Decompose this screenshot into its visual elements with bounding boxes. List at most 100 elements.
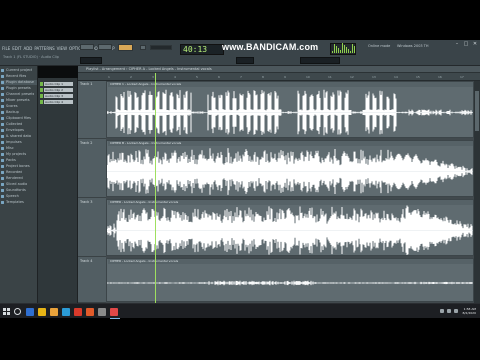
tempo-field[interactable] [150, 45, 172, 50]
browser-item[interactable]: Templates [1, 200, 37, 205]
news-hint: Windows 2003 TH [397, 44, 429, 48]
close-icon[interactable]: ✕ [472, 42, 478, 47]
channel-name[interactable]: Audio Clip 4 [44, 100, 73, 104]
browser-item[interactable]: Mixer presets [1, 98, 37, 103]
browser-item[interactable]: Clipboard files [1, 116, 37, 121]
browser-item[interactable]: Speech [1, 194, 37, 199]
playhead-marker[interactable] [155, 73, 156, 303]
browser-item[interactable]: Plugin database [1, 80, 37, 85]
browser-item[interactable]: Current project [1, 68, 37, 73]
clip-selector[interactable] [300, 57, 340, 64]
channel-name[interactable]: Audio Clip 1 [44, 82, 73, 86]
track-header[interactable]: Track 4 [78, 258, 106, 303]
audio-clip[interactable]: CIPHER - Locked Angels - Instrumental vo… [106, 199, 474, 256]
audio-clip[interactable]: CIPHER - Locked Angels - Instrumental vo… [106, 258, 474, 302]
folder-icon [1, 117, 4, 120]
track-header[interactable]: Track 2 [78, 140, 106, 198]
taskbar-app-icon[interactable] [50, 308, 58, 316]
browser-item[interactable]: Misc [1, 146, 37, 151]
taskbar-app-icon[interactable] [62, 308, 70, 316]
pattern-song-toggle[interactable] [80, 44, 94, 50]
timeline-ruler[interactable]: 1 2 3 4 5 6 7 8 9 10 11 12 13 14 15 16 17 [78, 73, 480, 81]
channel-row[interactable]: Audio Clip 4 [40, 100, 73, 104]
cpu-bar [348, 49, 349, 53]
channel-row[interactable]: Audio Clip 3 [40, 94, 73, 98]
folder-icon [1, 195, 4, 198]
cpu-bar [346, 47, 347, 53]
cpu-bar [354, 46, 355, 53]
pattern-selector[interactable] [236, 57, 254, 64]
audio-clip[interactable]: CIPHER 1 - Locked Angels - Instrumental … [106, 81, 474, 138]
maximize-icon[interactable]: □ [463, 42, 469, 47]
browser-item[interactable]: My projects [1, 152, 37, 157]
windows-start-icon[interactable] [3, 308, 10, 315]
windows-taskbar: 1:58 AM 8/2/2020 [0, 303, 480, 319]
browser-item[interactable]: Recorded [1, 170, 37, 175]
browser-item-label: Impulses [6, 140, 22, 144]
record-button[interactable] [140, 45, 146, 50]
browser-item-label: IL shared data [6, 134, 32, 138]
menu-item[interactable]: PATTERNS [34, 46, 54, 52]
browser-item-label: Envelopes [6, 128, 24, 132]
snap-selector[interactable] [80, 57, 102, 64]
taskbar-app-icon[interactable] [86, 308, 94, 316]
taskbar-clock[interactable]: 1:58 AM 8/2/2020 [463, 307, 476, 315]
browser-item[interactable]: IL shared data [1, 134, 37, 139]
browser-item[interactable]: Plugin presets [1, 86, 37, 91]
channel-name[interactable]: Audio Clip 2 [44, 88, 73, 92]
cpu-bar [334, 44, 335, 53]
taskbar-app-icon[interactable] [110, 308, 118, 316]
ruler-tick-label: 12 [350, 75, 354, 79]
vertical-scrollbar[interactable] [474, 81, 480, 303]
search-icon[interactable] [14, 308, 21, 315]
browser-item-label: Sliced audio [6, 182, 28, 186]
taskbar-app-icon[interactable] [26, 308, 34, 316]
volume-icon[interactable] [447, 309, 451, 313]
channel-row[interactable]: Audio Clip 1 [40, 82, 73, 86]
browser-item[interactable]: Sliced audio [1, 182, 37, 187]
audio-clip[interactable]: CIPHER B - Locked Angels - Instrumental … [106, 140, 474, 197]
stop-button[interactable] [98, 44, 112, 50]
ruler-tick-label: 1 [108, 75, 110, 79]
browser-item[interactable]: Envelopes [1, 128, 37, 133]
browser-item[interactable]: Recent files [1, 74, 37, 79]
folder-icon [1, 177, 4, 180]
browser-item[interactable]: Rendered [1, 176, 37, 181]
channel-led-icon[interactable] [40, 88, 43, 92]
browser-item[interactable]: Channel presets [1, 92, 37, 97]
taskbar-app-icon[interactable] [98, 308, 106, 316]
menu-item[interactable]: ADD [23, 46, 32, 52]
channel-name[interactable]: Audio Clip 3 [44, 94, 73, 98]
scrollbar-thumb[interactable] [475, 91, 479, 131]
browser-item-label: Current project [6, 68, 33, 72]
notification-icon[interactable] [454, 309, 458, 313]
browser-item[interactable]: Packs [1, 158, 37, 163]
channel-led-icon[interactable] [40, 100, 43, 104]
channel-led-icon[interactable] [40, 94, 43, 98]
taskbar-app-icon[interactable] [38, 308, 46, 316]
browser-item[interactable]: Soundfonts [1, 188, 37, 193]
menu-item[interactable]: FILE [2, 46, 10, 52]
menu-item[interactable]: EDIT [12, 46, 21, 52]
folder-icon [1, 147, 4, 150]
taskbar-app-icon[interactable] [74, 308, 82, 316]
browser-item[interactable]: Project bones [1, 164, 37, 169]
track-header[interactable]: Track 3 [78, 199, 106, 257]
track-header[interactable]: Track 1 [78, 81, 106, 139]
minimize-icon[interactable]: – [454, 42, 460, 47]
cpu-bar [338, 48, 339, 53]
channel-row[interactable]: Audio Clip 2 [40, 88, 73, 92]
browser-item[interactable]: Scores [1, 104, 37, 109]
menu-item[interactable]: VIEW [57, 46, 67, 52]
browser-item-label: Plugin database [6, 80, 35, 84]
folder-icon [1, 69, 4, 72]
browser-item[interactable]: Backup [1, 110, 37, 115]
letterbox-bottom [0, 318, 480, 360]
browser-item[interactable]: Impulses [1, 140, 37, 145]
play-button[interactable] [118, 44, 133, 51]
browser-item[interactable]: Collected [1, 122, 37, 127]
cpu-bar [336, 46, 337, 53]
network-icon[interactable] [440, 309, 444, 313]
ruler-tick-label: 9 [284, 75, 286, 79]
channel-led-icon[interactable] [40, 82, 43, 86]
